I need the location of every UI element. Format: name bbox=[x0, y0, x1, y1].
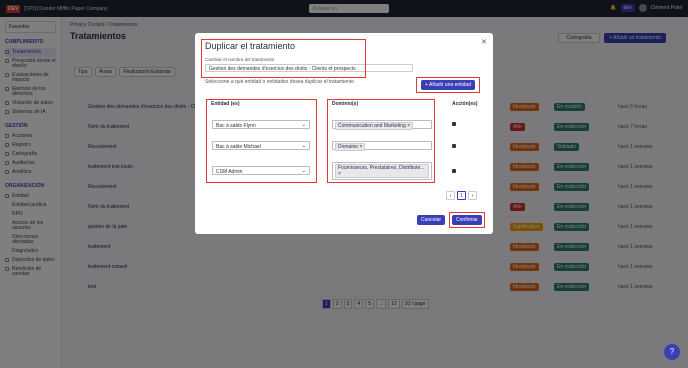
domain-tag[interactable]: Communication and Marketing × bbox=[335, 122, 414, 130]
close-icon[interactable]: × bbox=[359, 144, 362, 150]
trash-icon[interactable] bbox=[452, 144, 456, 148]
domain-tag[interactable]: Domaine × bbox=[335, 143, 366, 151]
page-button[interactable]: 1 bbox=[457, 191, 466, 200]
dialog-pagination: ‹ 1 › bbox=[446, 191, 477, 200]
name-label: Cambiar el nombre del tratamiento bbox=[205, 57, 275, 62]
duplicate-dialog: Duplicar el tratamiento ✕ Cambiar el nom… bbox=[195, 33, 493, 234]
action-column-header: Acción(es) bbox=[452, 101, 478, 107]
confirm-button[interactable]: Confirmar bbox=[452, 215, 482, 225]
close-icon[interactable]: ✕ bbox=[481, 38, 487, 46]
dialog-description: Seleccione a qué entidad o entidades des… bbox=[205, 79, 354, 85]
add-entity-button[interactable]: + Añadir una entidad bbox=[421, 80, 475, 90]
entity-select[interactable]: Bac à sable Michael ⌄ bbox=[212, 141, 310, 150]
entity-column-header: Entidad (es) bbox=[211, 101, 240, 107]
chevron-right-icon[interactable]: › bbox=[468, 191, 477, 200]
cancel-button[interactable]: Cancelar bbox=[417, 215, 445, 225]
chevron-down-icon: ⌄ bbox=[301, 143, 306, 149]
chevron-left-icon[interactable]: ‹ bbox=[446, 191, 455, 200]
domain-select[interactable]: Communication and Marketing × bbox=[332, 120, 432, 130]
domain-select[interactable]: Fournisseurs, Prestataires, Distribute..… bbox=[332, 162, 432, 180]
domain-select[interactable]: Domaine × bbox=[332, 141, 432, 151]
entity-select[interactable]: CSM Admin ⌄ bbox=[212, 166, 310, 175]
close-icon[interactable]: × bbox=[407, 123, 410, 129]
chevron-down-icon: ⌄ bbox=[301, 122, 306, 128]
close-icon[interactable]: × bbox=[338, 171, 341, 177]
chevron-down-icon: ⌄ bbox=[301, 168, 306, 174]
entity-select[interactable]: Bac à sable Flynn ⌄ bbox=[212, 120, 310, 129]
domain-tag[interactable]: Fournisseurs, Prestataires, Distribute..… bbox=[335, 164, 429, 178]
treatment-name-input[interactable]: Gestion des demandes d'exercice des droi… bbox=[205, 64, 413, 72]
trash-icon[interactable] bbox=[452, 122, 456, 126]
help-chat-button[interactable]: ? bbox=[664, 344, 680, 360]
domain-column-header: Dominio(s) bbox=[332, 101, 359, 107]
dialog-title: Duplicar el tratamiento bbox=[205, 41, 296, 51]
trash-icon[interactable] bbox=[452, 169, 456, 173]
